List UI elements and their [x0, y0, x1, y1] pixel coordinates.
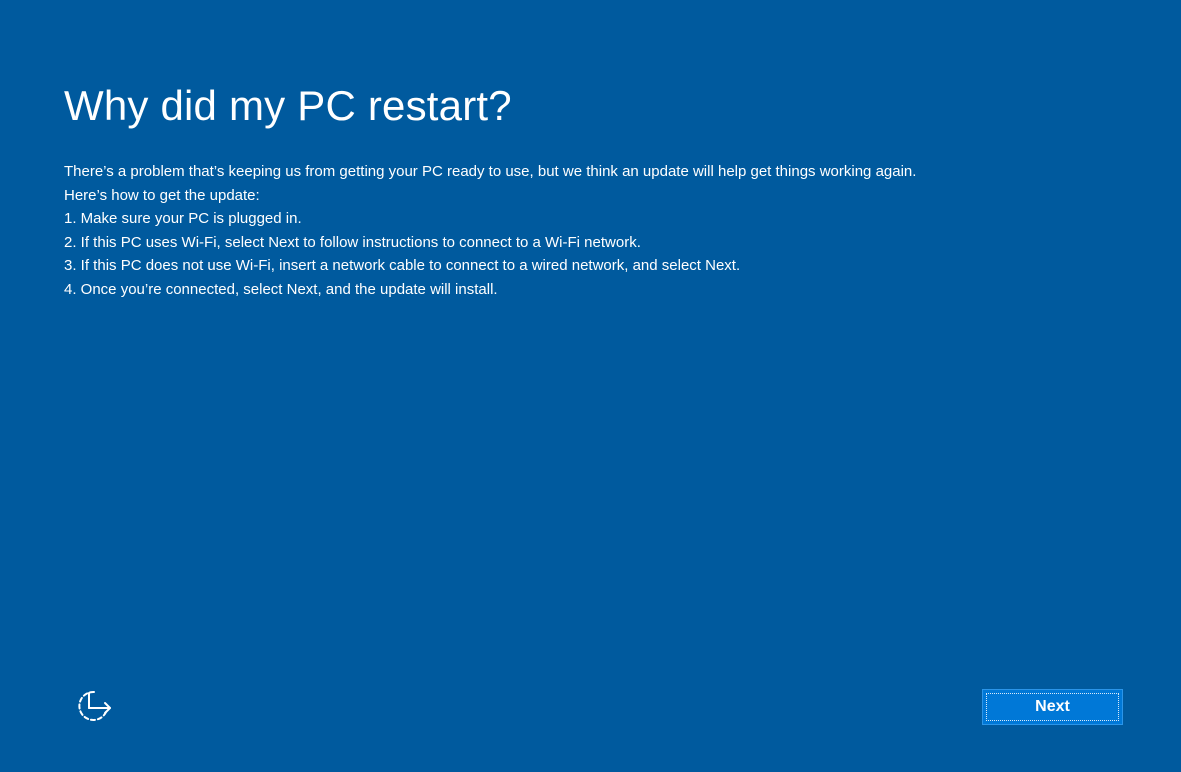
instructions: There’s a problem that’s keeping us from… — [64, 160, 1144, 301]
ease-of-access-icon — [78, 690, 111, 721]
step-3-text: 3. If this PC does not use Wi-Fi, insert… — [64, 257, 741, 274]
step-4-text: 4. Once you’re connected, select Next, a… — [64, 280, 498, 298]
ease-of-access-button[interactable] — [70, 688, 116, 728]
step-2-text: 2. If this PC uses Wi-Fi, select Next to… — [64, 233, 641, 251]
step-1-text: 1. Make sure your PC is plugged in. — [64, 210, 302, 227]
intro-text: There’s a problem that’s keeping us from… — [64, 163, 917, 180]
oobe-screen: Why did my PC restart? There’s a problem… — [0, 0, 1181, 772]
how-to-text: Here’s how to get the update: — [64, 186, 260, 204]
next-button-label: Next — [1035, 698, 1070, 715]
page-title: Why did my PC restart? — [64, 82, 512, 129]
next-button[interactable]: Next — [982, 689, 1123, 725]
